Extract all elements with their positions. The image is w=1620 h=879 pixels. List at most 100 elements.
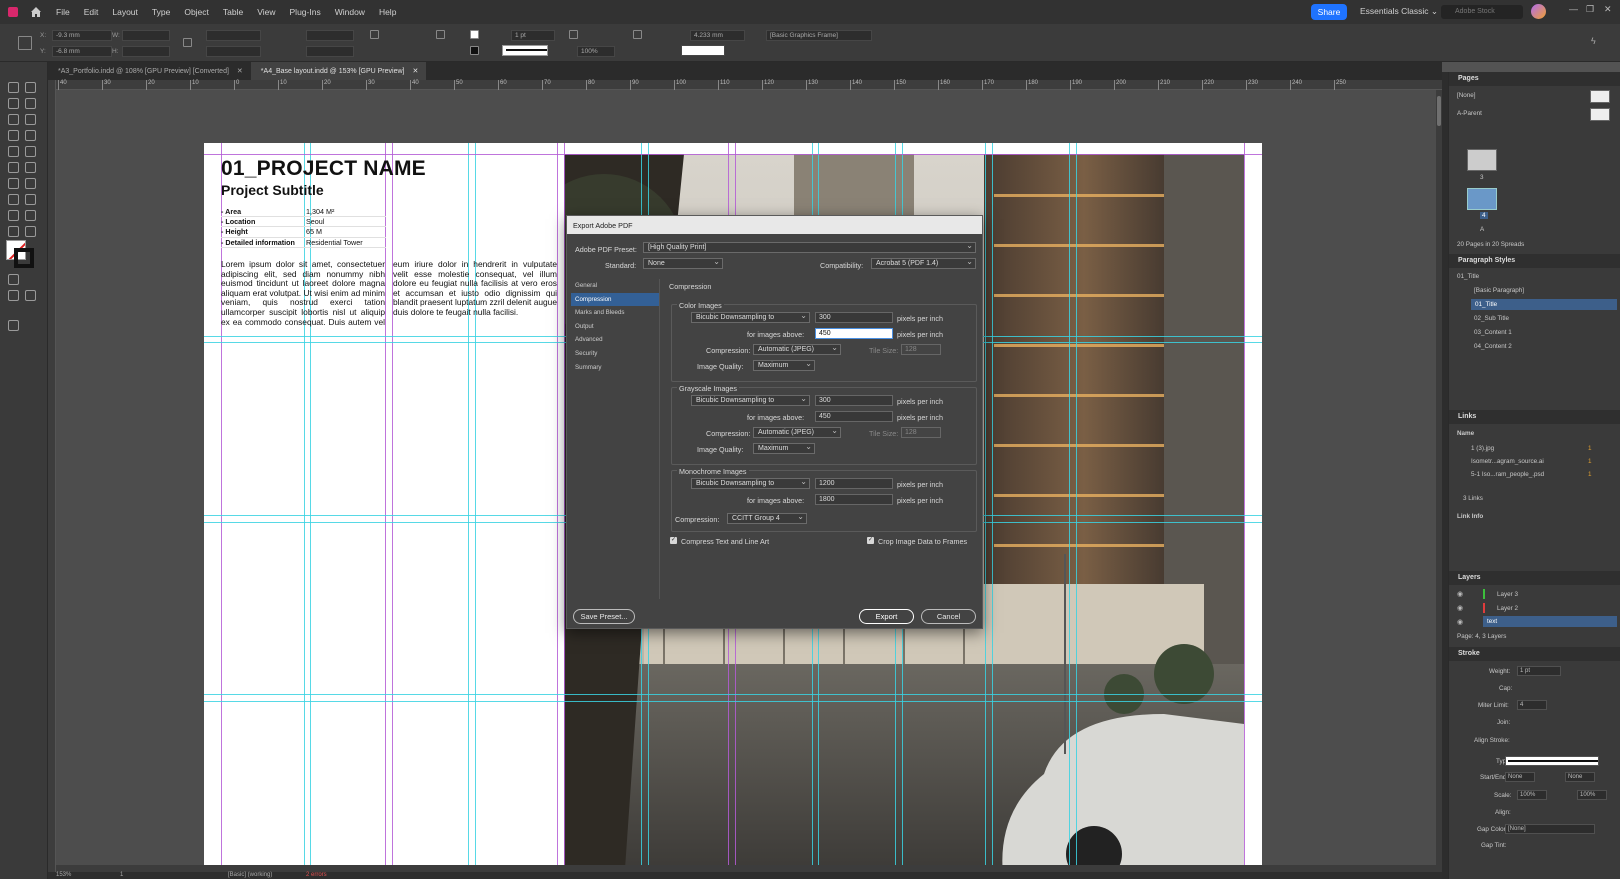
menu-layout[interactable]: Layout [112,7,138,17]
eye-icon[interactable]: ◉ [1457,618,1463,626]
style-item[interactable]: 03_Content 1 [1474,329,1512,336]
stroke-weight-input[interactable]: 1 pt [1517,666,1561,676]
reference-point-icon[interactable] [18,36,32,50]
hand-tool-icon[interactable] [8,226,19,237]
pages-panel-header[interactable]: Pages [1449,72,1620,86]
style-item-selected[interactable]: 01_Title [1471,299,1617,310]
pencil-tool-icon[interactable] [25,146,36,157]
menu-view[interactable]: View [257,7,275,17]
links-panel-header[interactable]: Links [1449,410,1620,424]
restore-icon[interactable]: ❐ [1586,4,1594,15]
content-collector-icon[interactable] [8,114,19,125]
rectangle-frame-tool-icon[interactable] [8,162,19,173]
share-button[interactable]: Share [1311,4,1347,20]
line-tool-icon[interactable] [25,130,36,141]
layers-panel-header[interactable]: Layers [1449,571,1620,585]
color-downsample-select[interactable]: Bicubic Downsampling to [691,312,810,323]
shear-field[interactable] [306,46,354,57]
gray-above-input[interactable]: 450 [815,411,893,422]
project-subtitle[interactable]: Project Subtitle [221,182,324,198]
gray-compression-select[interactable]: Automatic (JPEG) [753,427,841,438]
preflight-profile[interactable]: [Basic] (working) [228,872,272,878]
gray-tile-input[interactable]: 128 [901,427,941,438]
minimize-icon[interactable]: — [1569,4,1578,14]
menu-object[interactable]: Object [184,7,209,17]
link-item[interactable]: Isometr...agram_source.ai [1471,458,1544,465]
object-style-select[interactable]: [Basic Graphics Frame] [766,30,872,41]
mono-downsample-select[interactable]: Bicubic Downsampling to [691,478,810,489]
stroke-type-field[interactable] [502,45,548,56]
compress-text-checkbox[interactable]: ✓ [670,537,677,544]
gray-ppi-input[interactable]: 300 [815,395,893,406]
scale-y-field[interactable] [206,46,261,57]
gray-downsample-select[interactable]: Bicubic Downsampling to [691,395,810,406]
stroke-panel-header[interactable]: Stroke [1449,647,1620,661]
color-tile-input[interactable]: 128 [901,344,941,355]
crop-image-checkbox[interactable]: ✓ [867,537,874,544]
tab-a3-portfolio[interactable]: *A3_Portfolio.indd @ 108% [GPU Preview] … [48,62,251,80]
stroke-type-select[interactable] [1505,756,1599,766]
horizontal-scrollbar[interactable] [56,865,1442,872]
gradient-tool-icon[interactable] [8,194,19,205]
fill-swatch-icon[interactable] [470,30,479,39]
body-text-frame[interactable]: Lorem ipsum dolor sit amet, consectetuer… [221,259,557,327]
scale-x-field[interactable] [206,30,261,41]
scroll-thumb[interactable] [1437,96,1441,126]
free-transform-tool-icon[interactable] [25,178,36,189]
rotate-90-icon[interactable] [370,30,379,39]
zoom-level[interactable]: 153% [56,872,71,878]
standard-select[interactable]: None [643,258,723,269]
layer-item-selected[interactable]: text [1483,616,1617,627]
none-parent-thumb[interactable] [1590,90,1610,103]
menu-type[interactable]: Type [152,7,170,17]
page-4-thumb[interactable] [1467,188,1497,210]
color-compression-select[interactable]: Automatic (JPEG) [753,344,841,355]
vertical-ruler[interactable] [48,80,56,872]
y-field[interactable]: -6.8 mm [52,46,112,57]
nav-general[interactable]: General [571,279,659,293]
apply-color-icon[interactable] [8,290,19,301]
menu-file[interactable]: File [56,7,70,17]
eye-icon[interactable]: ◉ [1457,590,1463,598]
stroke-color-icon[interactable] [14,248,34,268]
close-icon[interactable]: ✕ [412,68,418,75]
style-item[interactable]: 04_Content 2 [1474,343,1512,350]
menu-window[interactable]: Window [335,7,365,17]
layer-item[interactable]: Layer 2 [1497,605,1518,612]
fitting-icon[interactable] [633,30,642,39]
color-quality-select[interactable]: Maximum [753,360,815,371]
pages-a-parent[interactable]: A-Parent [1457,110,1482,117]
compatibility-select[interactable]: Acrobat 5 (PDF 1.4) [871,258,976,269]
preset-select[interactable]: [High Quality Print] [643,242,976,253]
lightning-icon[interactable]: ϟ [1591,36,1600,46]
formatting-container-icon[interactable] [8,274,19,285]
nav-compression[interactable]: Compression [571,292,659,307]
content-placer-icon[interactable] [25,114,36,125]
cancel-button[interactable]: Cancel [921,609,976,624]
nav-advanced[interactable]: Advanced [571,333,659,347]
w-field[interactable] [122,30,170,41]
link-item[interactable]: 1 (3).jpg [1471,445,1494,452]
gap-color-select[interactable]: [None] [1505,824,1595,834]
paragraph-styles-header[interactable]: Paragraph Styles [1449,254,1620,268]
screen-mode-icon[interactable] [8,320,19,331]
gray-quality-select[interactable]: Maximum [753,443,815,454]
layer-item[interactable]: Layer 3 [1497,591,1518,598]
mono-ppi-input[interactable]: 1200 [815,478,893,489]
color-ppi-input[interactable]: 300 [815,312,893,323]
tab-a4-base-layout[interactable]: *A4_Base layout.indd @ 153% [GPU Preview… [250,62,427,80]
project-title[interactable]: 01_PROJECT NAME [221,157,426,181]
link-info-toggle[interactable]: Link Info [1457,513,1483,520]
menu-edit[interactable]: Edit [84,7,99,17]
nav-output[interactable]: Output [571,320,659,334]
start-select[interactable]: None [1505,772,1535,782]
stroke-swatch-icon[interactable] [470,46,479,55]
mono-above-input[interactable]: 1800 [815,494,893,505]
type-tool-icon[interactable] [8,130,19,141]
constrain-proportions-icon[interactable] [183,38,192,47]
menu-plugins[interactable]: Plug-Ins [290,7,321,17]
user-avatar[interactable] [1531,4,1546,19]
pages-none-parent[interactable]: [None] [1457,92,1476,99]
close-icon[interactable]: ✕ [237,68,243,75]
gradient-feather-tool-icon[interactable] [25,194,36,205]
